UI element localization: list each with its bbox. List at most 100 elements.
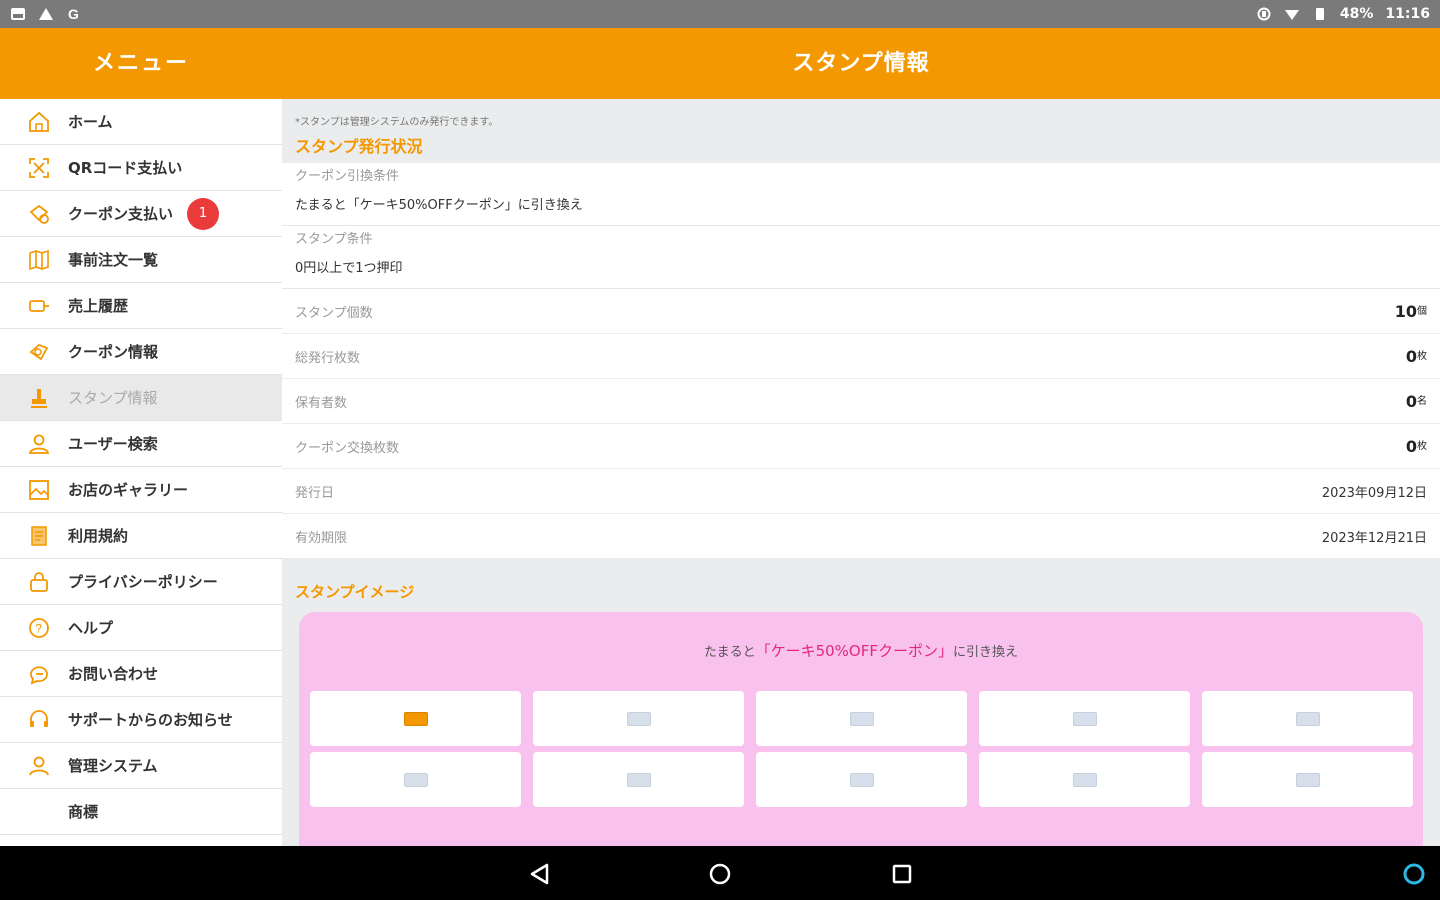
sidebar-item-label: お店のギャラリー [68,481,189,499]
battery-icon [1315,8,1324,20]
coupon-condition-value: たまると「ケーキ50%OFFクーポン」に引き換え [295,198,583,213]
user-search-icon [26,431,52,457]
assistant-icon[interactable] [1400,860,1428,888]
coupon-exchange-row: クーポン交換枚数 0枚 [282,424,1440,469]
row-number: 0 [1405,436,1417,456]
stamp-empty-icon [403,772,428,787]
home-icon [26,109,52,135]
stamp-slot [533,691,744,746]
sidebar-item-trademark[interactable]: 商標 [0,789,282,835]
stamp-grid [310,691,1414,807]
svg-text:G: G [68,7,79,21]
gallery-icon [26,477,52,503]
row-value: 10個 [1395,302,1427,321]
page-title: スタンプ情報 [792,51,930,76]
stamp-empty-icon [1072,772,1097,787]
stamp-slot [979,691,1190,746]
row-label: スタンプ個数 [295,305,373,321]
row-number: 10 [1394,301,1417,321]
sidebar-item-label: 管理システム [68,757,158,775]
expiry-row: 有効期限 2023年12月21日 [282,514,1440,559]
stamp-empty-icon [1295,772,1320,787]
image-icon [11,8,25,20]
navigation-bar [0,846,1440,900]
sidebar-item-qr-payment[interactable]: QRコード支払い [0,145,282,191]
coupon-pay-icon [26,201,52,227]
sidebar-item-terms[interactable]: 利用規約 [0,513,282,559]
sidebar-item-label: プライバシーポリシー [68,573,218,591]
battery-level: 48% [1339,6,1374,22]
status-bar-right: 48% 11:16 [1256,6,1430,22]
stamp-slot [310,752,521,807]
row-unit: 枚 [1417,440,1427,452]
chat-icon [26,661,52,687]
issue-date-row: 発行日 2023年09月12日 [282,469,1440,514]
home-nav-icon[interactable] [706,860,734,888]
cast-icon [1257,7,1271,21]
row-number: 0 [1405,346,1417,366]
stamp-card: たまると「ケーキ50%OFFクーポン」に引き換え [299,612,1423,846]
blank-icon [26,799,52,825]
clock: 11:16 [1385,6,1430,22]
caption-suffix: に引き換え [953,645,1019,660]
sidebar-item-coupon-info[interactable]: クーポン情報 [0,329,282,375]
sidebar-item-label: ユーザー検索 [68,435,158,453]
recents-icon[interactable] [888,860,916,888]
sidebar-item-coupon-payment[interactable]: クーポン支払い 1 [0,191,282,237]
map-icon [26,247,52,273]
row-number: 0 [1405,391,1417,411]
stamp-empty-icon [849,711,874,726]
sidebar-item-home[interactable]: ホーム [0,99,282,145]
issue-section-title: スタンプ発行状況 [295,137,423,156]
stamp-empty-icon [1072,711,1097,726]
google-icon: G [68,7,79,21]
holders-row: 保有者数 0名 [282,379,1440,424]
sidebar-item-privacy[interactable]: プライバシーポリシー [0,559,282,605]
issue-date-value: 2023年09月12日 [1321,485,1427,501]
row-unit: 枚 [1417,350,1427,362]
sidebar-item-support-news[interactable]: サポートからのお知らせ [0,697,282,743]
status-bar: G 48% 11:16 [0,0,1440,28]
terms-icon [26,523,52,549]
sidebar-item-preorders[interactable]: 事前注文一覧 [0,237,282,283]
sidebar-item-label: 売上履歴 [68,297,129,315]
sidebar-item-gallery[interactable]: お店のギャラリー [0,467,282,513]
stamp-empty-icon [849,772,874,787]
help-icon: ? [26,615,52,641]
sidebar-item-label: 利用規約 [68,527,129,545]
sidebar-item-label: QRコード支払い [68,159,183,177]
row-unit: 個 [1417,305,1427,317]
person-icon [26,753,52,779]
expiry-label: 有効期限 [295,530,348,546]
sidebar-item-sales-history[interactable]: 売上履歴 [0,283,282,329]
sidebar-item-stamp-info[interactable]: スタンプ情報 [0,375,282,421]
sales-icon [26,293,52,319]
sidebar-item-help[interactable]: ? ヘルプ [0,605,282,651]
main-content: *スタンプは管理システムのみ発行できます。 スタンプ発行状況 クーポン引換条件 … [282,99,1440,846]
stamp-count-row: スタンプ個数 10個 [282,289,1440,334]
sidebar-item-label: クーポン支払い [68,205,174,223]
caption-highlight: 「ケーキ50%OFFクーポン」 [755,642,953,660]
sidebar-item-label: ホーム [68,113,113,131]
back-icon[interactable] [526,860,554,888]
qr-code-icon [26,155,52,181]
menu-title: メニュー [92,51,189,76]
sidebar-item-admin-system[interactable]: 管理システム [0,743,282,789]
stamp-slot [310,691,521,746]
sidebar-item-label: お問い合わせ [68,665,159,683]
row-label: クーポン交換枚数 [295,440,400,456]
row-label: 総発行枚数 [295,350,361,366]
row-value: 0枚 [1406,437,1427,456]
sidebar-item-label: 事前注文一覧 [68,251,159,269]
coupon-condition-label: クーポン引換条件 [295,169,400,184]
status-bar-left: G [10,7,82,21]
sidebar-item-user-search[interactable]: ユーザー検索 [0,421,282,467]
sidebar-item-label: ヘルプ [68,619,114,637]
expiry-value: 2023年12月21日 [1321,530,1427,546]
sidebar-item-label: サポートからのお知らせ [68,711,233,729]
sidebar-item-label: 商標 [68,803,99,821]
svg-text:?: ? [35,621,42,635]
stamp-filled-icon [403,711,428,726]
sidebar-item-contact[interactable]: お問い合わせ [0,651,282,697]
stamp-empty-icon [1295,711,1320,726]
